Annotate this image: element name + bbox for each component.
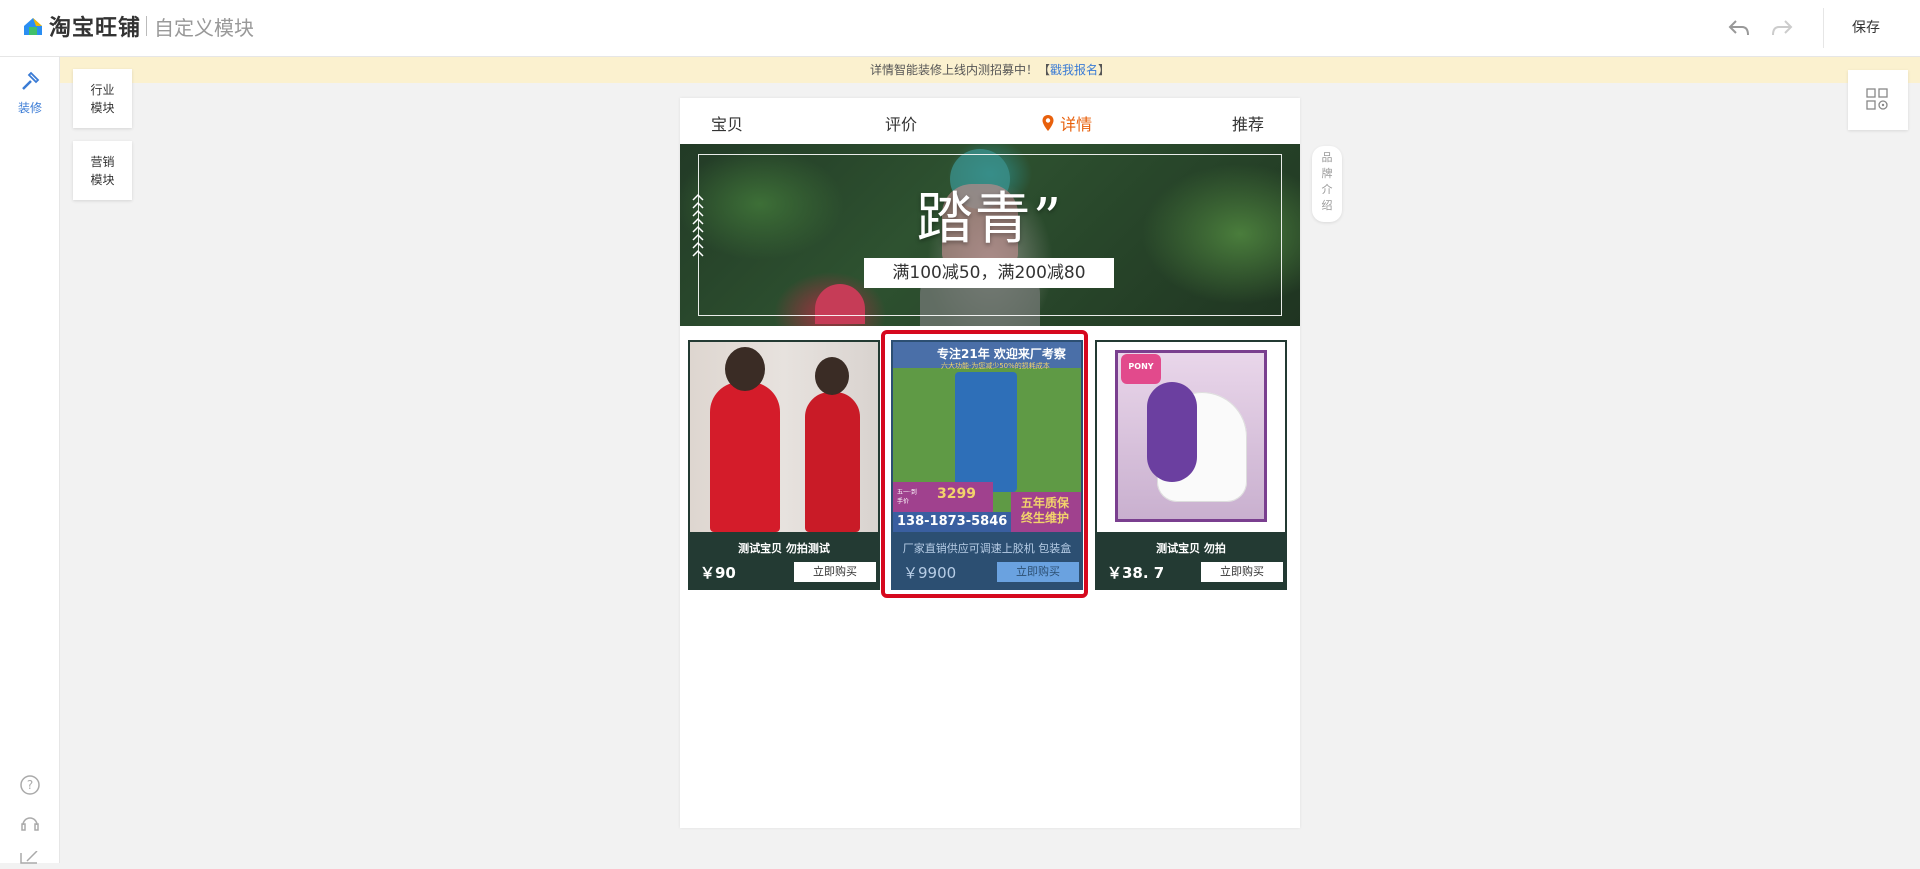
pony-mane xyxy=(1147,382,1197,482)
product-image-kids-jacket xyxy=(690,342,878,532)
hammer-icon xyxy=(22,71,40,90)
marketing-module-button[interactable]: 营销模块 xyxy=(73,141,132,200)
kid-figure-1 xyxy=(710,382,780,532)
undo-icon[interactable] xyxy=(1726,15,1752,41)
tab-items[interactable]: 宝贝 xyxy=(711,111,743,135)
banner-promo-text: 满100减50，满200减80 xyxy=(864,258,1114,288)
sidebar-item-decorate[interactable]: 装修 xyxy=(14,71,46,116)
signup-link[interactable]: 戳我报名 xyxy=(1050,63,1098,77)
kid-head-1 xyxy=(725,347,765,391)
product-card-1[interactable]: 测试宝贝 勿拍测试 ￥90 立即购买 xyxy=(688,340,880,590)
app-logo[interactable]: 淘宝旺铺 自定义模块 xyxy=(22,10,254,42)
brand-intro-tab[interactable]: 品牌介绍 xyxy=(1312,146,1342,222)
sidebar-item-label: 装修 xyxy=(17,101,42,115)
kid-head-2 xyxy=(815,357,849,395)
svg-text:?: ? xyxy=(27,778,33,792)
product-price: ￥90 xyxy=(700,564,736,582)
kid-figure-2 xyxy=(805,392,860,532)
page-title: 自定义模块 xyxy=(154,15,255,40)
promo-banner[interactable]: 踏青” 满100减50，满200减80 xyxy=(680,144,1300,326)
brand-intro-label: 品牌介绍 xyxy=(1321,151,1333,212)
tab-details[interactable]: 详情 xyxy=(1041,111,1092,135)
notice-bar: 详情智能装修上线内测招募中！【戳我报名】 xyxy=(60,57,1920,83)
product-name: 测试宝贝 勿拍 xyxy=(1156,542,1226,555)
toolbar-divider xyxy=(1823,8,1824,48)
buy-now-button[interactable]: 立即购买 xyxy=(794,562,876,582)
banner-title: 踏青” xyxy=(916,187,1064,252)
customer-service-icon[interactable] xyxy=(19,813,41,839)
feedback-icon[interactable] xyxy=(19,850,41,869)
layout-settings-button[interactable] xyxy=(1848,70,1908,130)
left-sidebar: 装修 ? xyxy=(0,57,60,864)
notice-text: 详情智能装修上线内测招募中！【 xyxy=(869,63,1050,77)
industry-module-button[interactable]: 行业模块 xyxy=(73,69,132,128)
detail-tabs: 宝贝 评价 详情 推荐 xyxy=(680,98,1300,144)
tab-recommend[interactable]: 推荐 xyxy=(1232,111,1264,135)
logo-divider xyxy=(146,16,148,36)
product-name: 测试宝贝 勿拍测试 xyxy=(738,542,830,555)
selected-item-highlight xyxy=(881,330,1088,598)
grid-settings-icon xyxy=(1866,88,1888,110)
tab-details-label: 详情 xyxy=(1060,115,1093,134)
notice-suffix: 】 xyxy=(1098,63,1111,77)
product-price: ￥38. 7 xyxy=(1107,564,1165,582)
app-brand: 淘宝旺铺 xyxy=(49,16,142,41)
top-bar: 淘宝旺铺 自定义模块 保存 xyxy=(0,0,1920,57)
industry-module-label: 行业模块 xyxy=(90,82,115,115)
redo-icon[interactable] xyxy=(1769,15,1795,41)
save-button[interactable]: 保存 xyxy=(1852,17,1880,37)
location-pin-icon xyxy=(1042,115,1054,131)
tab-reviews[interactable]: 评价 xyxy=(885,111,917,135)
taobao-logo-icon xyxy=(22,15,44,37)
buy-now-button[interactable]: 立即购买 xyxy=(1201,562,1283,582)
product-image-pony-toy: PONY xyxy=(1097,342,1285,532)
product-card-3[interactable]: PONY 测试宝贝 勿拍 ￥38. 7 立即购买 xyxy=(1095,340,1287,590)
pony-logo: PONY xyxy=(1128,362,1154,371)
help-icon[interactable]: ? xyxy=(19,774,41,800)
marketing-module-label: 营销模块 xyxy=(90,154,115,187)
